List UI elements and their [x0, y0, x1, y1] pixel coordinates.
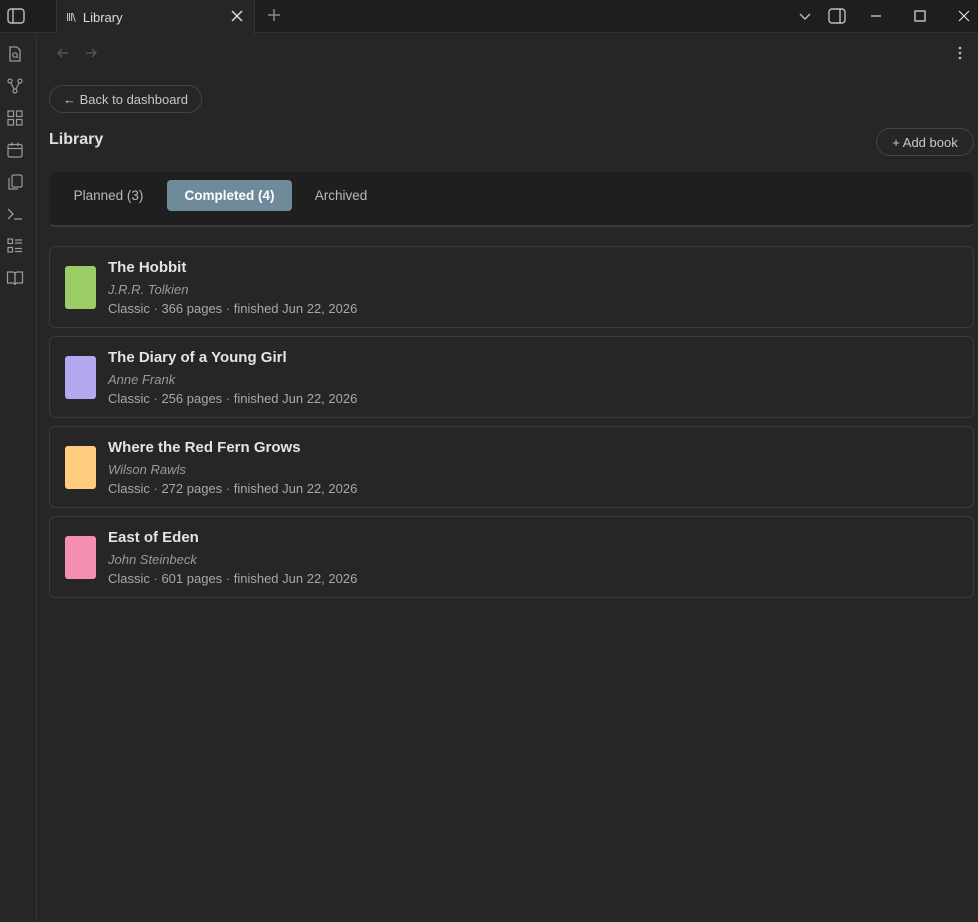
- right-sidebar-toggle-icon[interactable]: [827, 6, 847, 26]
- list-icon[interactable]: [6, 237, 24, 255]
- file-search-icon[interactable]: [6, 45, 24, 63]
- book-title: The Diary of a Young Girl: [108, 349, 287, 366]
- book-cover: [65, 536, 96, 579]
- book-author: John Steinbeck: [108, 552, 197, 567]
- book-cover: [65, 356, 96, 399]
- more-options-icon[interactable]: [952, 45, 968, 61]
- book-title: East of Eden: [108, 529, 199, 546]
- book-cover: [65, 446, 96, 489]
- book-meta: Classic · 256 pages · finished Jun 22, 2…: [108, 391, 358, 406]
- copy-icon[interactable]: [6, 173, 24, 191]
- book-card[interactable]: The Diary of a Young Girl Anne Frank Cla…: [49, 336, 974, 418]
- left-ribbon: [0, 34, 37, 922]
- book-title: Where the Red Fern Grows: [108, 439, 301, 456]
- title-bar: lll\ Library: [0, 0, 978, 34]
- minimize-icon[interactable]: [866, 6, 886, 26]
- close-icon[interactable]: [229, 8, 245, 24]
- grid-icon[interactable]: [6, 109, 24, 127]
- nav-back-icon[interactable]: [55, 45, 71, 61]
- maximize-icon[interactable]: [910, 6, 930, 26]
- book-meta: Classic · 601 pages · finished Jun 22, 2…: [108, 571, 358, 586]
- tab-label: Library: [82, 9, 123, 25]
- chevron-down-icon[interactable]: [795, 6, 815, 26]
- book-author: Anne Frank: [108, 372, 176, 387]
- back-to-dashboard-button[interactable]: ← Back to dashboard: [49, 85, 202, 113]
- window-close-icon[interactable]: [954, 6, 974, 26]
- book-author: Wilson Rawls: [108, 462, 186, 477]
- tab-archived[interactable]: Archived: [301, 180, 381, 211]
- filter-tabs: Planned (3) Completed (4) Archived: [49, 172, 974, 227]
- terminal-icon[interactable]: [6, 205, 24, 223]
- book-open-icon[interactable]: [6, 269, 24, 287]
- new-tab-icon[interactable]: [265, 6, 283, 24]
- tab-library[interactable]: lll\ Library: [56, 0, 255, 34]
- book-card[interactable]: The Hobbit J.R.R. Tolkien Classic · 366 …: [49, 246, 974, 328]
- page-title: Library: [49, 131, 104, 148]
- nav-forward-icon[interactable]: [83, 45, 99, 61]
- book-cover: [65, 266, 96, 309]
- book-author: J.R.R. Tolkien: [108, 282, 189, 297]
- add-book-button[interactable]: + Add book: [876, 128, 974, 156]
- book-title: The Hobbit: [108, 259, 187, 276]
- book-meta: Classic · 272 pages · finished Jun 22, 2…: [108, 481, 358, 496]
- tab-completed[interactable]: Completed (4): [167, 180, 292, 211]
- calendar-icon[interactable]: [6, 141, 24, 159]
- graph-icon[interactable]: [6, 77, 24, 95]
- library-icon: lll\: [66, 10, 76, 24]
- book-card[interactable]: East of Eden John Steinbeck Classic · 60…: [49, 516, 974, 598]
- book-meta: Classic · 366 pages · finished Jun 22, 2…: [108, 301, 358, 316]
- book-card[interactable]: Where the Red Fern Grows Wilson Rawls Cl…: [49, 426, 974, 508]
- tab-planned[interactable]: Planned (3): [59, 180, 158, 211]
- sidebar-toggle-icon[interactable]: [6, 6, 26, 26]
